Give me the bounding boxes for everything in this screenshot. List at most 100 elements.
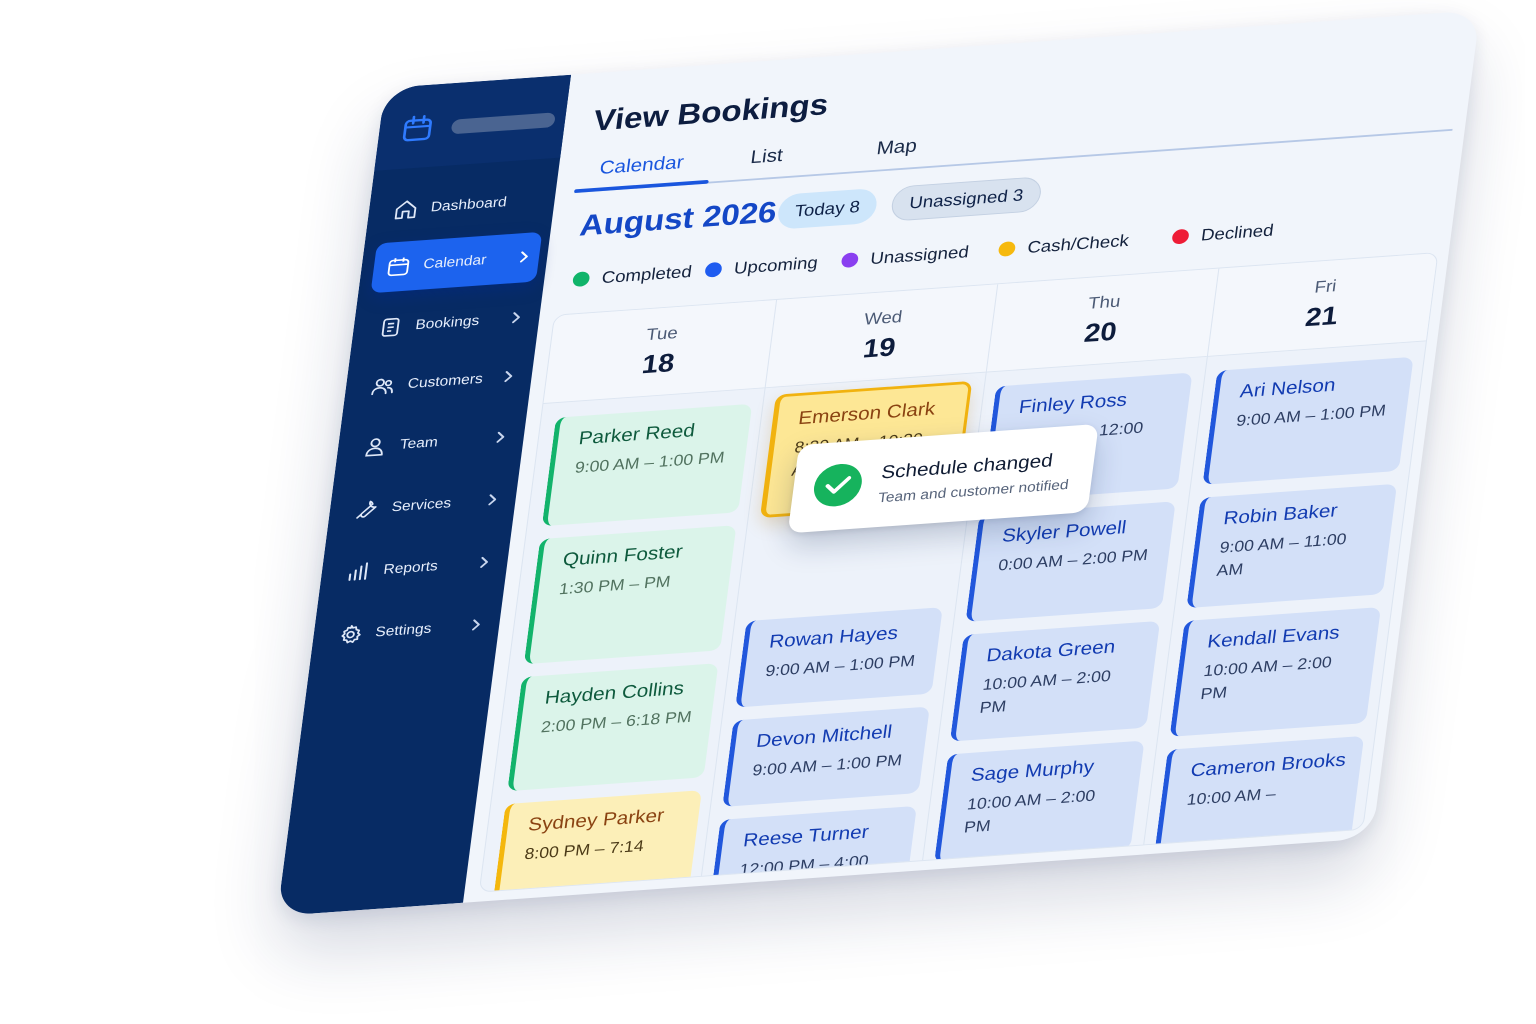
- sidebar-item-services[interactable]: Services: [339, 475, 511, 536]
- calendar-grid: Tue 18 Wed 19 Thu 20 Fri 21 Parker Reed …: [478, 252, 1439, 893]
- booking-customer-name: Parker Reed: [577, 420, 697, 449]
- booking-time: 9:00 AM – 1:00 PM: [573, 448, 726, 477]
- legend-dot-declined: [1171, 228, 1190, 245]
- home-icon: [394, 200, 417, 220]
- chevron-right-icon: [504, 371, 513, 383]
- legend-label: Completed: [600, 261, 694, 287]
- booking-card-devon-mitchell[interactable]: Devon Mitchell 9:00 AM – 1:00 PM: [722, 706, 930, 807]
- page-title: View Bookings: [591, 87, 831, 138]
- booking-time: 9:00 AM – 1:00 PM: [1235, 401, 1387, 430]
- day-header-wed[interactable]: Wed 19: [764, 284, 998, 389]
- sidebar-item-calendar[interactable]: Calendar: [370, 231, 543, 294]
- booking-time: 0:00 AM – 2:00 PM: [997, 546, 1149, 575]
- sidebar-item-team[interactable]: Team: [347, 412, 519, 473]
- legend-dot-upcoming: [704, 261, 723, 278]
- booking-card-hayden-collins[interactable]: Hayden Collins 2:00 PM – 6:18 PM: [507, 663, 719, 792]
- document-icon: [381, 317, 400, 337]
- sidebar-label-settings: Settings: [374, 620, 433, 641]
- booking-time: 10:00 AM – 2:00 PM: [963, 786, 1097, 837]
- booking-customer-name: Robin Baker: [1222, 500, 1339, 529]
- day-header-thu[interactable]: Thu 20: [985, 268, 1219, 373]
- sidebar-label-services: Services: [390, 495, 453, 516]
- chevron-right-icon: [496, 431, 505, 443]
- booking-time: 8:00 PM – 7:14: [523, 837, 645, 863]
- sidebar-label-calendar: Calendar: [422, 252, 488, 273]
- sidebar-item-bookings[interactable]: Bookings: [363, 293, 535, 354]
- booking-card-robin-baker[interactable]: Robin Baker 9:00 AM – 11:00 AM: [1186, 483, 1398, 609]
- legend-label: Unassigned: [869, 241, 971, 268]
- chevron-right-icon: [520, 251, 528, 263]
- booking-card-ari-nelson[interactable]: Ari Nelson 9:00 AM – 1:00 PM: [1202, 356, 1414, 485]
- sidebar-item-customers[interactable]: Customers: [355, 351, 527, 412]
- booking-customer-name: Dakota Green: [985, 636, 1117, 667]
- booking-card-skyler-powell[interactable]: Skyler Powell 0:00 AM – 2:00 PM: [965, 501, 1176, 622]
- booking-time: 9:00 AM – 1:00 PM: [764, 651, 917, 680]
- booking-customer-name: Skyler Powell: [1000, 517, 1128, 547]
- logo-row: [374, 74, 571, 171]
- booking-customer-name: Sage Murphy: [969, 756, 1096, 786]
- main-content: View Bookings Calendar List Map August 2…: [463, 10, 1480, 903]
- chevron-right-icon: [512, 312, 520, 324]
- booking-customer-name: Quinn Foster: [561, 541, 684, 571]
- booking-card-cameron-brooks[interactable]: Cameron Brooks 10:00 AM –: [1151, 735, 1365, 875]
- booking-time: 12:00 PM – 4:00 PM: [735, 852, 870, 893]
- sidebar-item-settings[interactable]: Settings: [323, 600, 495, 661]
- booking-card-sage-murphy[interactable]: Sage Murphy 10:00 AM – 2:00 PM: [934, 740, 1145, 863]
- booking-card-sydney-parker[interactable]: Sydney Parker 8:00 PM – 7:14: [491, 790, 702, 893]
- booking-customer-name: Rowan Hayes: [767, 623, 900, 653]
- booking-time: 10:00 AM –: [1185, 784, 1277, 809]
- active-tab-indicator: [573, 179, 709, 194]
- wrench-icon: [356, 500, 377, 519]
- users-icon: [371, 378, 393, 396]
- unassigned-count-badge[interactable]: Unassigned 3: [889, 176, 1044, 222]
- stage: Dashboard Calendar Bookings Customers Te…: [0, 0, 1536, 1024]
- legend-item-upcoming: Upcoming: [703, 249, 819, 285]
- booking-card-quinn-foster[interactable]: Quinn Foster 1:30 PM – PM: [523, 525, 737, 665]
- booking-time: 10:00 AM – 2:00 PM: [1199, 653, 1333, 703]
- booking-customer-name: Cameron Brooks: [1189, 749, 1348, 782]
- booking-time: 9:00 AM – 11:00 AM: [1215, 530, 1348, 580]
- booking-card-kendall-evans[interactable]: Kendall Evans 10:00 AM – 2:00 PM: [1169, 607, 1381, 737]
- booking-card-rowan-hayes[interactable]: Rowan Hayes 9:00 AM – 1:00 PM: [735, 607, 943, 708]
- booking-card-dakota-green[interactable]: Dakota Green 10:00 AM – 2:00 PM: [949, 620, 1161, 742]
- booking-customer-name: Sydney Parker: [527, 805, 666, 836]
- sidebar-label-dashboard: Dashboard: [429, 194, 508, 216]
- legend-dot-cash-check: [997, 241, 1017, 257]
- checkmark-icon: [825, 476, 852, 494]
- booking-customer-name: Kendall Evans: [1206, 622, 1341, 653]
- legend-dot-completed: [571, 271, 591, 288]
- legend-label: Upcoming: [732, 252, 820, 278]
- booking-customer-name: Devon Mitchell: [755, 721, 894, 752]
- booking-time: 9:00 AM – 1:00 PM: [751, 751, 904, 780]
- legend-dot-unassigned: [840, 252, 860, 269]
- month-title: August 2026: [577, 194, 779, 243]
- tab-list[interactable]: List: [749, 145, 784, 168]
- chevron-right-icon: [488, 494, 497, 506]
- legend-label: Declined: [1200, 220, 1275, 244]
- app-name-placeholder: [450, 112, 556, 135]
- day-header-tue[interactable]: Tue 18: [543, 299, 777, 404]
- booking-time: 2:00 PM – 6:18 PM: [540, 707, 693, 737]
- bar-chart-icon: [348, 562, 369, 581]
- today-count-badge[interactable]: Today 8: [776, 187, 879, 230]
- legend-item-cash-check: Cash/Check: [997, 226, 1131, 263]
- booking-time: 1:30 PM – PM: [558, 572, 672, 599]
- calendar-logo-icon: [402, 115, 432, 142]
- day-header-fri[interactable]: Fri 21: [1206, 252, 1439, 357]
- booking-customer-name: Reese Turner: [742, 821, 870, 852]
- check-circle-icon: [811, 462, 865, 509]
- tab-map[interactable]: Map: [875, 136, 918, 160]
- sidebar-label-reports: Reports: [382, 558, 439, 578]
- booking-card-reese-turner[interactable]: Reese Turner 12:00 PM – 4:00 PM: [709, 805, 917, 893]
- tab-calendar[interactable]: Calendar: [598, 152, 685, 179]
- chevron-right-icon: [480, 556, 489, 568]
- sidebar-label-bookings: Bookings: [414, 312, 481, 333]
- legend-label: Cash/Check: [1026, 230, 1131, 257]
- booking-card-parker-reed[interactable]: Parker Reed 9:00 AM – 1:00 PM: [541, 403, 753, 527]
- calendar-icon: [387, 257, 410, 277]
- sidebar-item-dashboard[interactable]: Dashboard: [378, 175, 550, 236]
- sidebar-item-reports[interactable]: Reports: [331, 537, 503, 598]
- user-icon: [365, 438, 383, 457]
- booking-customer-name: Ari Nelson: [1238, 375, 1337, 403]
- gear-icon: [341, 625, 361, 644]
